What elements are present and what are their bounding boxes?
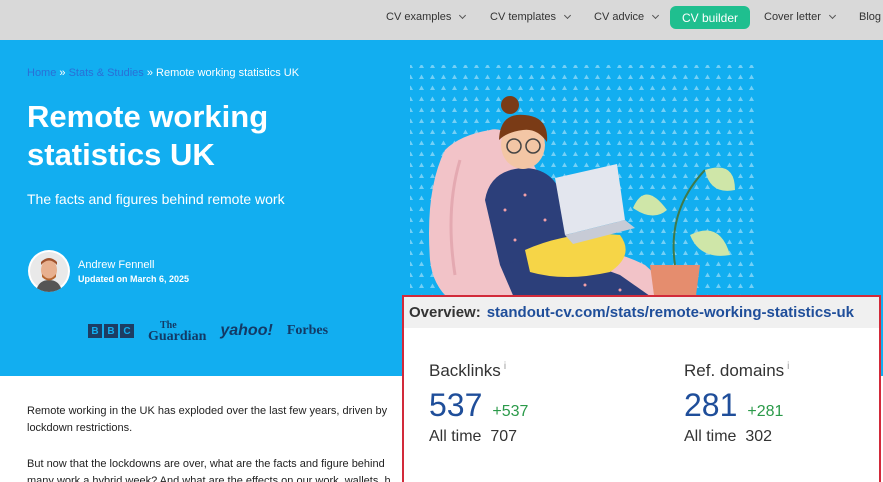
nav-item-label: CV examples xyxy=(386,11,452,23)
chevron-down-icon xyxy=(652,11,660,20)
author-name[interactable]: Andrew Fennell xyxy=(78,259,154,271)
backlinks-label: Backlinks i xyxy=(429,361,507,380)
backlinks-value[interactable]: 537 xyxy=(429,387,482,424)
nav-item-label: CV advice xyxy=(594,11,645,23)
ref-domains-all-time: All time 302 xyxy=(684,428,773,445)
page-title: Remote working statistics UK xyxy=(27,99,269,172)
chevron-down-icon xyxy=(828,11,836,20)
page: CV examples CV templates CV advice CV bu… xyxy=(0,0,883,482)
breadcrumb-section-link[interactable]: Stats & Studies xyxy=(69,67,144,79)
chevron-down-icon xyxy=(459,11,467,20)
nav-item-cv-advice[interactable]: CV advice xyxy=(594,11,660,23)
nav-item-label: Cover letter xyxy=(764,11,821,23)
cv-builder-button[interactable]: CV builder xyxy=(670,6,750,29)
ref-domains-label: Ref. domains i xyxy=(684,361,790,380)
bbc-logo: B B C xyxy=(88,324,134,338)
backlinks-stat: Backlinks i 537 +537 All time 707 xyxy=(429,361,528,446)
ref-domains-delta: +281 xyxy=(747,403,784,420)
nav-item-label: CV templates xyxy=(490,11,557,23)
breadcrumb-home-link[interactable]: Home xyxy=(27,67,56,79)
backlinks-delta: +537 xyxy=(492,403,529,420)
info-icon[interactable]: i xyxy=(787,361,789,372)
intro-paragraph-1: Remote working in the UK has exploded ov… xyxy=(27,405,388,434)
ref-domains-value[interactable]: 281 xyxy=(684,387,737,424)
chevron-down-icon xyxy=(563,11,572,20)
breadcrumb-separator: » xyxy=(56,67,69,79)
nav-item-label: Blog xyxy=(859,11,882,23)
author-portrait-icon xyxy=(30,252,68,292)
updated-date: Updated on March 6, 2025 xyxy=(78,274,190,284)
nav-item-cv-examples[interactable]: CV examples xyxy=(386,11,467,23)
backlink-overview-panel: Overview: standout-cv.com/stats/remote-w… xyxy=(402,295,881,482)
forbes-logo: Forbes xyxy=(286,323,329,338)
nav-item-cv-templates[interactable]: CV templates xyxy=(490,11,572,23)
yahoo-logo: yahoo! xyxy=(220,322,273,339)
overview-label: Overview: xyxy=(409,304,481,321)
backlinks-all-time: All time 707 xyxy=(429,428,518,445)
breadcrumb-separator: » xyxy=(143,67,157,79)
nav-item-blog[interactable]: Blog xyxy=(859,11,881,23)
breadcrumb-current: Remote working statistics UK xyxy=(156,67,300,79)
page-subtitle: The facts and figures behind remote work xyxy=(27,191,285,207)
guardian-logo: The Guardian xyxy=(148,320,207,344)
author-avatar xyxy=(28,250,70,292)
intro-paragraph-2: But now that the lockdowns are over, wha… xyxy=(27,458,391,482)
ref-domains-stat: Ref. domains i 281 +281 All time 302 xyxy=(684,361,789,446)
nav-item-cover-letter[interactable]: Cover letter xyxy=(764,11,836,23)
top-navigation: CV examples CV templates CV advice CV bu… xyxy=(0,0,883,40)
breadcrumb: Home » Stats & Studies » Remote working … xyxy=(27,67,299,79)
overview-header: Overview: standout-cv.com/stats/remote-w… xyxy=(404,297,879,328)
press-logos: B B C The Guardian yahoo! Forbes xyxy=(88,320,329,344)
overview-url-link[interactable]: standout-cv.com/stats/remote-working-sta… xyxy=(487,304,854,321)
info-icon[interactable]: i xyxy=(504,361,506,372)
